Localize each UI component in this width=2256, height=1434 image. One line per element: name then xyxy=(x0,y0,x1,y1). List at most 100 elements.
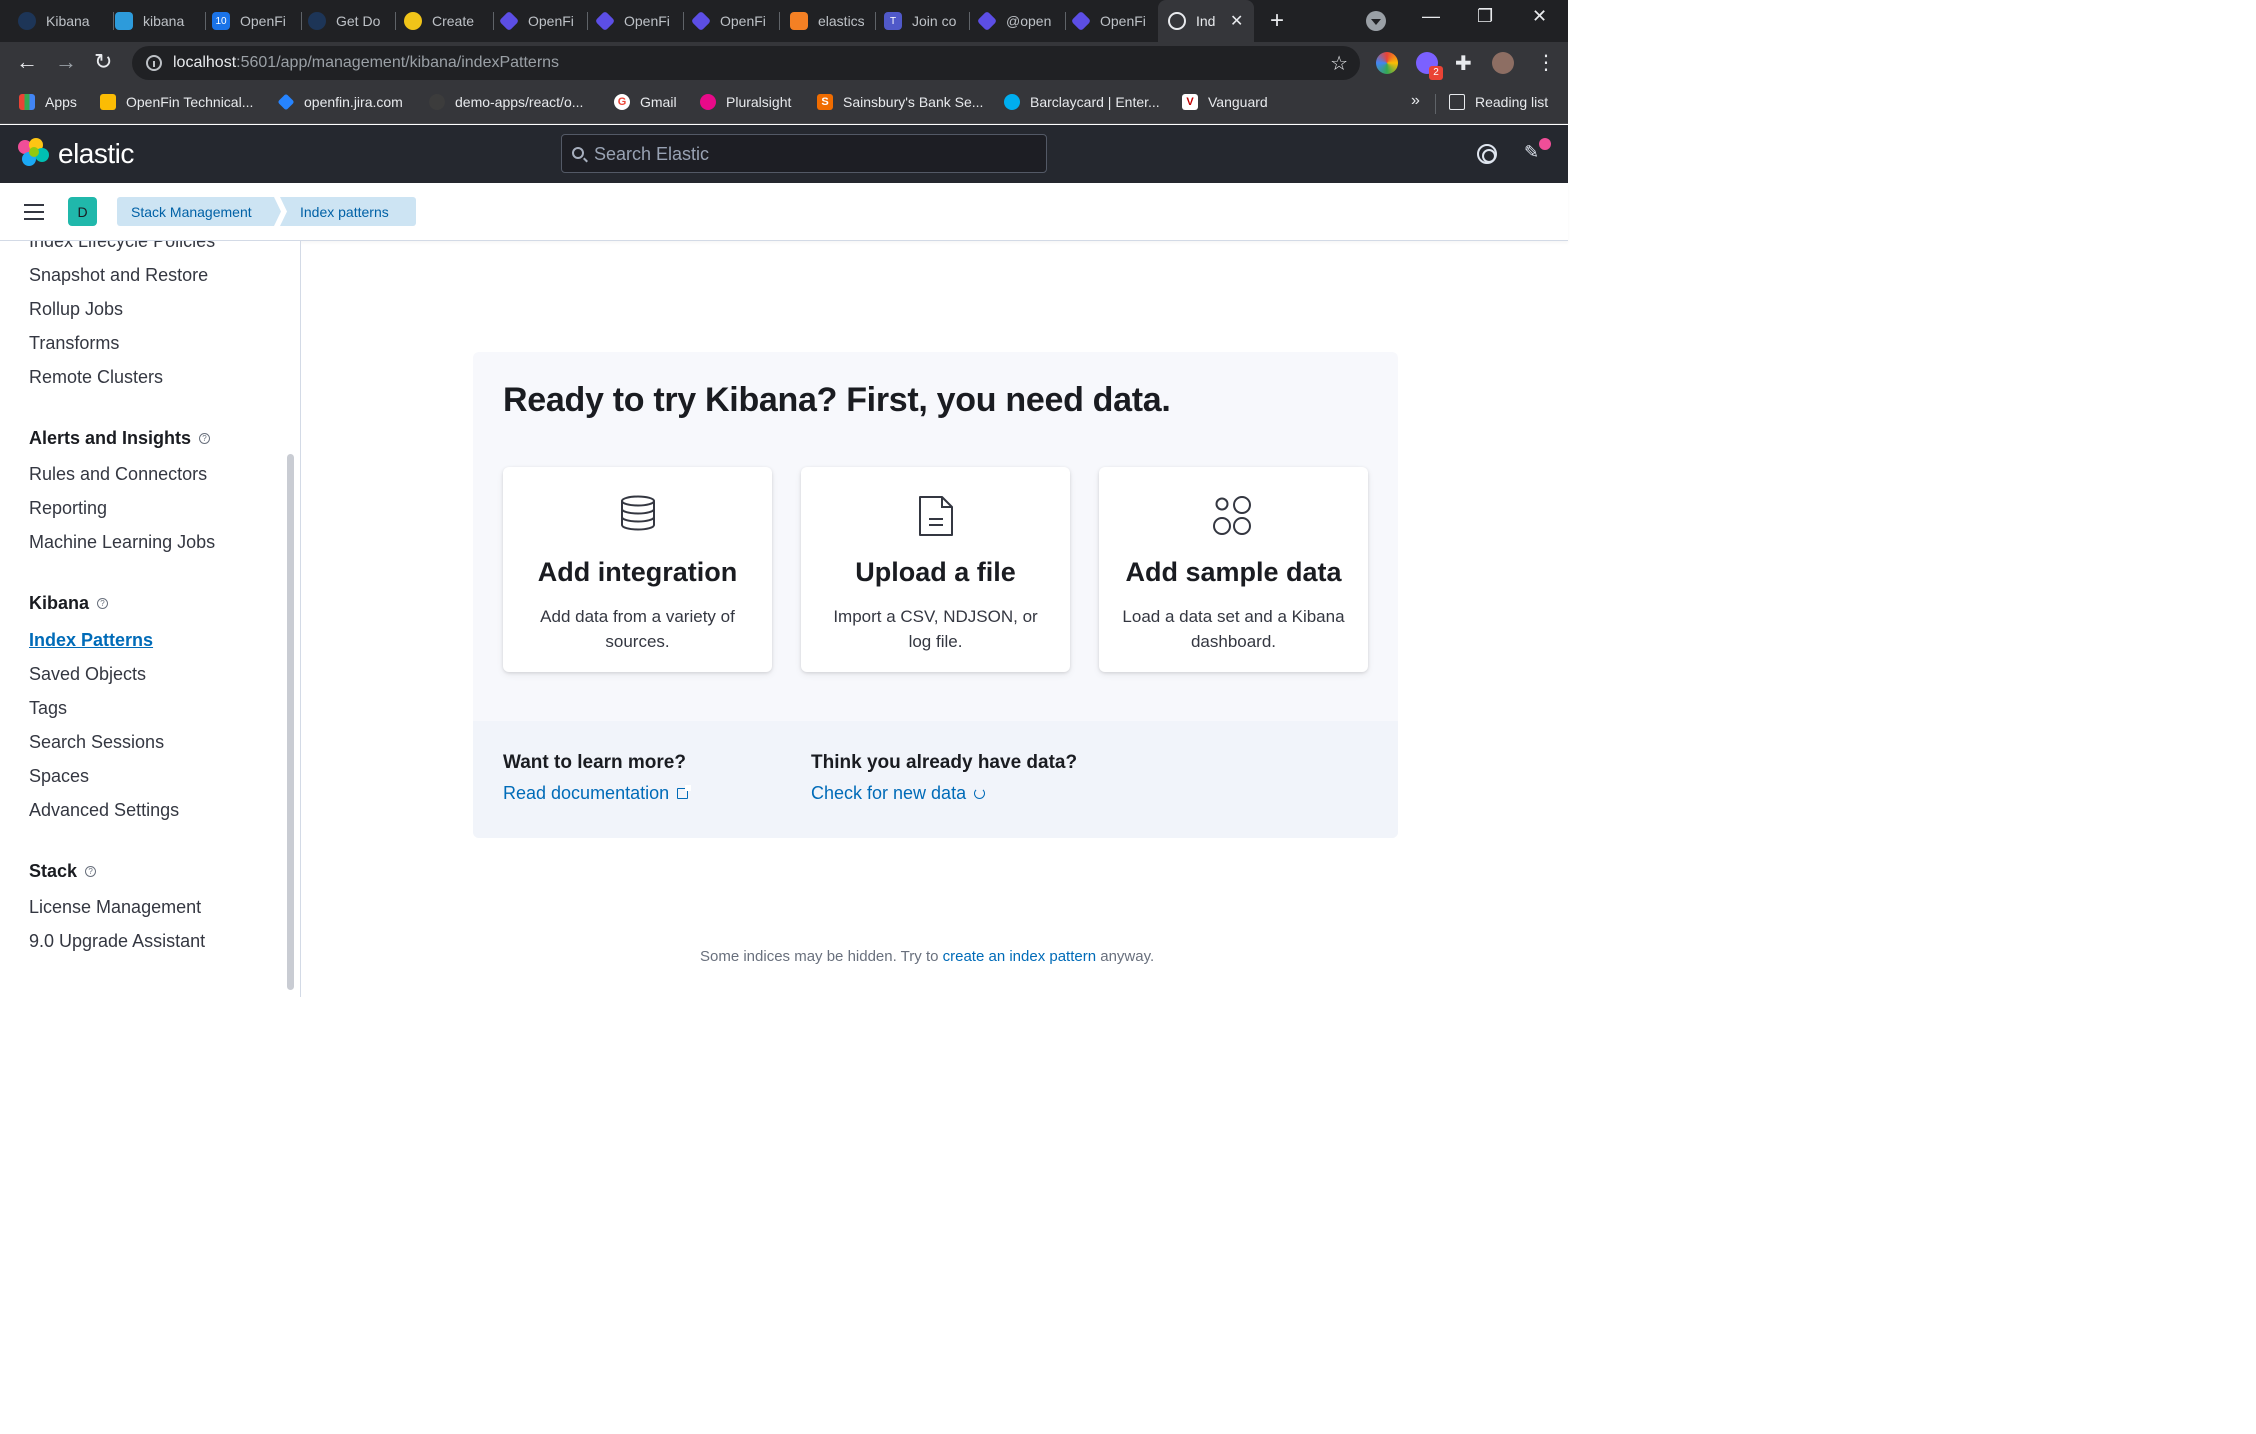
bookmark-star-icon[interactable]: ☆ xyxy=(1330,51,1348,76)
create-index-pattern-link[interactable]: create an index pattern xyxy=(943,948,1096,965)
nav-item-remote-clusters[interactable]: Remote Clusters xyxy=(29,367,163,388)
bookmark-item[interactable]: openfin.jira.com xyxy=(277,93,403,111)
apps-grid-icon xyxy=(19,94,35,110)
browser-tab[interactable]: @open xyxy=(976,0,1066,42)
browser-tab[interactable]: Kibana xyxy=(18,0,114,42)
nav-item-upgrade-assistant[interactable]: 9.0 Upgrade Assistant xyxy=(29,931,205,952)
nav-item-index-patterns[interactable]: Index Patterns xyxy=(29,630,153,651)
browser-tab[interactable]: Create xyxy=(404,0,494,42)
add-integration-card[interactable]: Add integration Add data from a variety … xyxy=(503,467,772,672)
empty-state-footer: Want to learn more? Read documentation T… xyxy=(473,721,1398,838)
browser-tab[interactable]: OpenFi xyxy=(1070,0,1158,42)
browser-tab-strip: Kibana kibana 10 OpenFi Get Do Create Op… xyxy=(0,0,1568,42)
nav-item-index-lifecycle-policies[interactable]: Index Lifecycle Policies xyxy=(29,241,215,252)
nav-item-tags[interactable]: Tags xyxy=(29,698,67,719)
elastic-brand[interactable]: elastic xyxy=(58,138,134,170)
bookmark-item[interactable]: OpenFin Technical... xyxy=(100,94,253,110)
nav-group-kibana: Kibana ? xyxy=(29,593,109,614)
bookmark-item[interactable]: S Sainsbury's Bank Se... xyxy=(817,94,983,110)
restore-icon[interactable]: ❐ xyxy=(1477,6,1493,27)
help-icon[interactable] xyxy=(1477,144,1497,164)
reading-list-button[interactable]: Reading list xyxy=(1449,94,1548,110)
extension-icon[interactable] xyxy=(1376,52,1398,74)
browser-tab-active[interactable]: Ind ✕ xyxy=(1158,0,1254,42)
browser-tab[interactable]: 10 OpenFi xyxy=(212,0,302,42)
notification-dot xyxy=(1539,138,1551,150)
nav-item-rollup-jobs[interactable]: Rollup Jobs xyxy=(29,299,123,320)
read-documentation-link[interactable]: Read documentation xyxy=(503,783,692,804)
openfin-favicon-icon xyxy=(498,10,520,32)
new-tab-button[interactable]: + xyxy=(1270,7,1284,35)
browser-toolbar: ← → ↻ localhost:5601/app/management/kiba… xyxy=(0,42,1568,84)
menu-toggle-icon[interactable] xyxy=(24,204,44,220)
nav-item-search-sessions[interactable]: Search Sessions xyxy=(29,732,164,753)
learn-more-title: Want to learn more? xyxy=(503,752,686,773)
elastic-logo-icon[interactable] xyxy=(18,138,50,170)
github-icon xyxy=(429,94,445,110)
bookmark-item[interactable]: Pluralsight xyxy=(700,94,791,110)
browser-tab[interactable]: T Join co xyxy=(884,0,970,42)
browser-tab[interactable]: OpenFi xyxy=(498,0,588,42)
card-title[interactable]: Upload a file xyxy=(801,557,1070,588)
question-icon[interactable]: ? xyxy=(97,598,109,609)
browser-tab[interactable]: Get Do xyxy=(308,0,396,42)
sidenav-scrollbar[interactable] xyxy=(287,454,294,990)
browser-tab[interactable]: kibana xyxy=(115,0,206,42)
extensions-puzzle-icon[interactable]: ✚ xyxy=(1455,51,1472,76)
bookmarks-divider xyxy=(1435,94,1436,114)
breadcrumb-stack-management[interactable]: Stack Management xyxy=(117,197,281,226)
card-title[interactable]: Add integration xyxy=(503,557,772,588)
back-icon[interactable]: ← xyxy=(16,50,38,74)
card-description: Add data from a variety of sources. xyxy=(540,607,735,651)
nav-item-machine-learning-jobs[interactable]: Machine Learning Jobs xyxy=(29,532,215,553)
teams-favicon-icon: T xyxy=(884,12,902,30)
forward-icon[interactable]: → xyxy=(55,50,77,74)
check-new-data-link[interactable]: Check for new data xyxy=(811,783,986,804)
kibana-favicon-icon xyxy=(115,12,133,30)
more-bookmarks-button[interactable]: » xyxy=(1411,92,1420,110)
site-info-icon[interactable] xyxy=(146,55,162,71)
reload-icon[interactable]: ↻ xyxy=(94,50,112,74)
bookmark-apps[interactable]: Apps xyxy=(19,94,77,110)
page-title: Ready to try Kibana? First, you need dat… xyxy=(503,381,1171,419)
nav-item-spaces[interactable]: Spaces xyxy=(29,766,89,787)
jira-icon xyxy=(277,93,295,111)
bookmark-item[interactable]: V Vanguard xyxy=(1182,94,1268,110)
bookmark-item[interactable]: Barclaycard | Enter... xyxy=(1004,94,1160,110)
browser-tab[interactable]: OpenFi xyxy=(594,0,684,42)
browser-tab[interactable]: elastics xyxy=(790,0,876,42)
nav-item-reporting[interactable]: Reporting xyxy=(29,498,107,519)
hidden-indices-hint: Some indices may be hidden. Try to creat… xyxy=(700,948,1155,965)
nav-item-rules-and-connectors[interactable]: Rules and Connectors xyxy=(29,464,207,485)
pluralsight-icon xyxy=(700,94,716,110)
profile-avatar[interactable] xyxy=(1492,52,1514,74)
browser-tab[interactable]: OpenFi xyxy=(690,0,780,42)
minimize-icon[interactable]: — xyxy=(1422,6,1440,27)
kibana-favicon-icon xyxy=(1168,12,1186,30)
global-search[interactable] xyxy=(561,134,1047,173)
nav-item-saved-objects[interactable]: Saved Objects xyxy=(29,664,146,685)
nav-item-advanced-settings[interactable]: Advanced Settings xyxy=(29,800,179,821)
url-text[interactable]: localhost:5601/app/management/kibana/ind… xyxy=(173,54,559,72)
nav-item-snapshot-and-restore[interactable]: Snapshot and Restore xyxy=(29,265,208,286)
upload-file-card[interactable]: Upload a file Import a CSV, NDJSON, or l… xyxy=(801,467,1070,672)
browser-menu-icon[interactable]: ⋮ xyxy=(1536,50,1556,75)
doc-bookmark-icon xyxy=(100,94,116,110)
bookmarks-bar: Apps OpenFin Technical... openfin.jira.c… xyxy=(0,84,1568,124)
search-input[interactable] xyxy=(594,141,1034,167)
address-bar[interactable]: localhost:5601/app/management/kibana/ind… xyxy=(132,46,1360,80)
close-tab-icon[interactable]: ✕ xyxy=(1230,11,1243,31)
card-title[interactable]: Add sample data xyxy=(1099,557,1368,588)
bookmark-item[interactable]: G Gmail xyxy=(614,94,677,110)
breadcrumb-index-patterns: Index patterns xyxy=(280,197,416,226)
nav-item-transforms[interactable]: Transforms xyxy=(29,333,119,354)
add-sample-data-card[interactable]: Add sample data Load a data set and a Ki… xyxy=(1099,467,1368,672)
question-icon[interactable]: ? xyxy=(85,866,97,877)
tab-search-icon[interactable] xyxy=(1366,11,1386,31)
openfin-favicon-icon xyxy=(690,10,712,32)
nav-item-license-management[interactable]: License Management xyxy=(29,897,201,918)
question-icon[interactable]: ? xyxy=(199,433,211,444)
close-window-icon[interactable]: ✕ xyxy=(1532,6,1547,27)
bookmark-item[interactable]: demo-apps/react/o... xyxy=(429,94,583,110)
space-avatar[interactable]: D xyxy=(68,197,97,226)
